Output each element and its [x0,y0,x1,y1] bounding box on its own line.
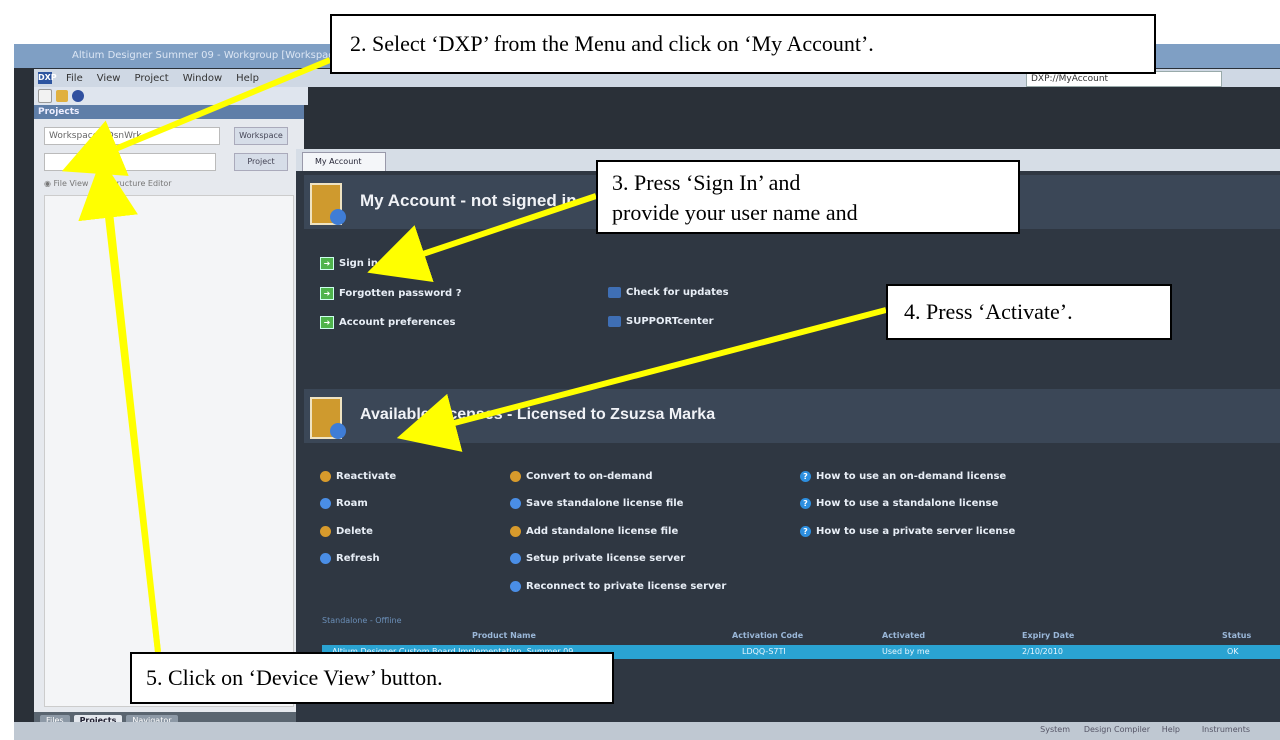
refresh-label: Refresh [336,553,380,564]
menu-help[interactable]: Help [236,73,259,84]
help-on-demand-label: How to use an on-demand license [816,471,1007,482]
col-product-name[interactable]: Product Name [472,631,536,640]
licenses-title: Available Licenses - Licensed to Zsuzsa … [360,406,716,423]
new-document-icon[interactable] [38,89,52,103]
monitor-screen: Altium Designer Summer 09 - Workgroup [W… [14,44,1280,740]
add-label: Add standalone license file [526,526,679,537]
arrow-right-icon: ➜ [320,287,334,300]
help-icon: ? [800,498,811,509]
help-standalone-link[interactable]: ? How to use a standalone license [800,498,998,509]
help-on-demand-link[interactable]: ? How to use an on-demand license [800,471,1006,482]
table-header: Product Name Activation Code Activated E… [322,631,1280,644]
support-icon [608,316,621,327]
open-folder-icon[interactable] [56,90,68,102]
arrow-right-icon: ➜ [320,257,334,270]
status-bar: System Design Compiler Help Instruments [14,722,1280,740]
licenses-header: Available Licenses - Licensed to Zsuzsa … [304,389,1280,443]
refresh-link[interactable]: Refresh [320,553,380,564]
forgotten-password-link[interactable]: ➜ Forgotten password ? [320,287,462,300]
add-license-link[interactable]: Add standalone license file [510,526,678,537]
menu-window[interactable]: Window [183,73,222,84]
account-title: My Account - not signed in [360,191,577,210]
cell-status: OK [1227,647,1239,656]
setup-server-link[interactable]: Setup private license server [510,553,685,564]
reactivate-label: Reactivate [336,471,397,482]
cell-expiry: 2/10/2010 [1022,647,1064,656]
status-help[interactable]: Help [1162,725,1180,734]
license-action-icon [320,498,331,509]
help-icon: ? [800,471,811,482]
check-updates-label: Check for updates [626,287,729,298]
menu-project[interactable]: Project [134,73,168,84]
sign-in-label: Sign in [339,258,378,269]
radio-structure-editor[interactable]: ○ Structure Editor [99,179,172,188]
callout-step-2: 2. Select ‘DXP’ from the Menu and click … [330,14,1156,74]
account-preferences-label: Account preferences [339,317,456,328]
help-private-server-link[interactable]: ? How to use a private server license [800,526,1015,537]
license-icon [310,397,346,439]
callout-step-5: 5. Click on ‘Device View’ button. [130,652,614,704]
support-center-link[interactable]: SUPPORTcenter [608,316,714,327]
menu-view[interactable]: View [97,73,121,84]
refresh-icon [320,553,331,564]
support-center-label: SUPPORTcenter [626,316,714,327]
project-button[interactable]: Project [234,153,288,171]
add-icon [510,526,521,537]
account-preferences-link[interactable]: ➜ Account preferences [320,316,455,329]
help-icon: ? [800,526,811,537]
col-activation-code[interactable]: Activation Code [732,631,803,640]
status-system[interactable]: System [1040,725,1070,734]
workspace-select[interactable]: Workspace1.DsnWrk [44,127,220,145]
cell-activated: Used by me [882,647,930,656]
project-select[interactable] [44,153,216,171]
col-status[interactable]: Status [1222,631,1251,640]
col-activated[interactable]: Activated [882,631,925,640]
delete-label: Delete [336,526,373,537]
col-expiry-date[interactable]: Expiry Date [1022,631,1074,640]
callout-step-4: 4. Press ‘Activate’. [886,284,1172,340]
convert-on-demand-link[interactable]: Convert to on-demand [510,471,652,482]
radio-file-view[interactable]: ◉ File View [44,179,88,188]
status-instruments[interactable]: Instruments [1202,725,1250,734]
convert-label: Convert to on-demand [526,471,653,482]
save-license-link[interactable]: Save standalone license file [510,498,683,509]
view-options: ◉ File View ○ Structure Editor [44,179,172,188]
reactivate-link[interactable]: Reactivate [320,471,396,482]
save-label: Save standalone license file [526,498,684,509]
callout-step-3: 3. Press ‘Sign In’ and provide your user… [596,160,1020,234]
dxp-menu[interactable]: DXP [38,72,57,84]
forgotten-password-label: Forgotten password ? [339,288,462,299]
toolbar [34,87,308,105]
roam-link[interactable]: Roam [320,498,368,509]
update-icon [608,287,621,298]
help-standalone-label: How to use a standalone license [816,498,999,509]
workspace-button[interactable]: Workspace [234,127,288,145]
check-updates-link[interactable]: Check for updates [608,287,729,298]
roam-label: Roam [336,498,368,509]
account-icon [310,183,346,225]
panel-title: Projects [34,105,304,119]
project-tree[interactable] [44,195,294,707]
license-action-icon [320,526,331,537]
license-action-icon [510,471,521,482]
arrow-right-icon: ➜ [320,316,334,329]
delete-link[interactable]: Delete [320,526,373,537]
sign-in-link[interactable]: ➜ Sign in [320,257,378,270]
server-icon [510,581,521,592]
account-content: My Account - not signed in ➜ Sign in ➜ F… [296,171,1280,731]
server-icon [510,553,521,564]
reconnect-server-link[interactable]: Reconnect to private license server [510,581,726,592]
table-caption: Standalone - Offline [322,616,402,625]
save-icon [510,498,521,509]
help-private-label: How to use a private server license [816,526,1016,537]
license-action-icon [320,471,331,482]
projects-panel: Projects Workspace1.DsnWrk Workspace Pro… [34,105,304,715]
tab-my-account[interactable]: My Account [302,152,386,172]
status-design-compiler[interactable]: Design Compiler [1084,725,1150,734]
reconnect-label: Reconnect to private license server [526,581,727,592]
device-view-icon[interactable] [72,90,84,102]
setup-label: Setup private license server [526,553,686,564]
cell-code: LDQQ-S7TI [742,647,786,656]
menu-file[interactable]: File [66,73,83,84]
